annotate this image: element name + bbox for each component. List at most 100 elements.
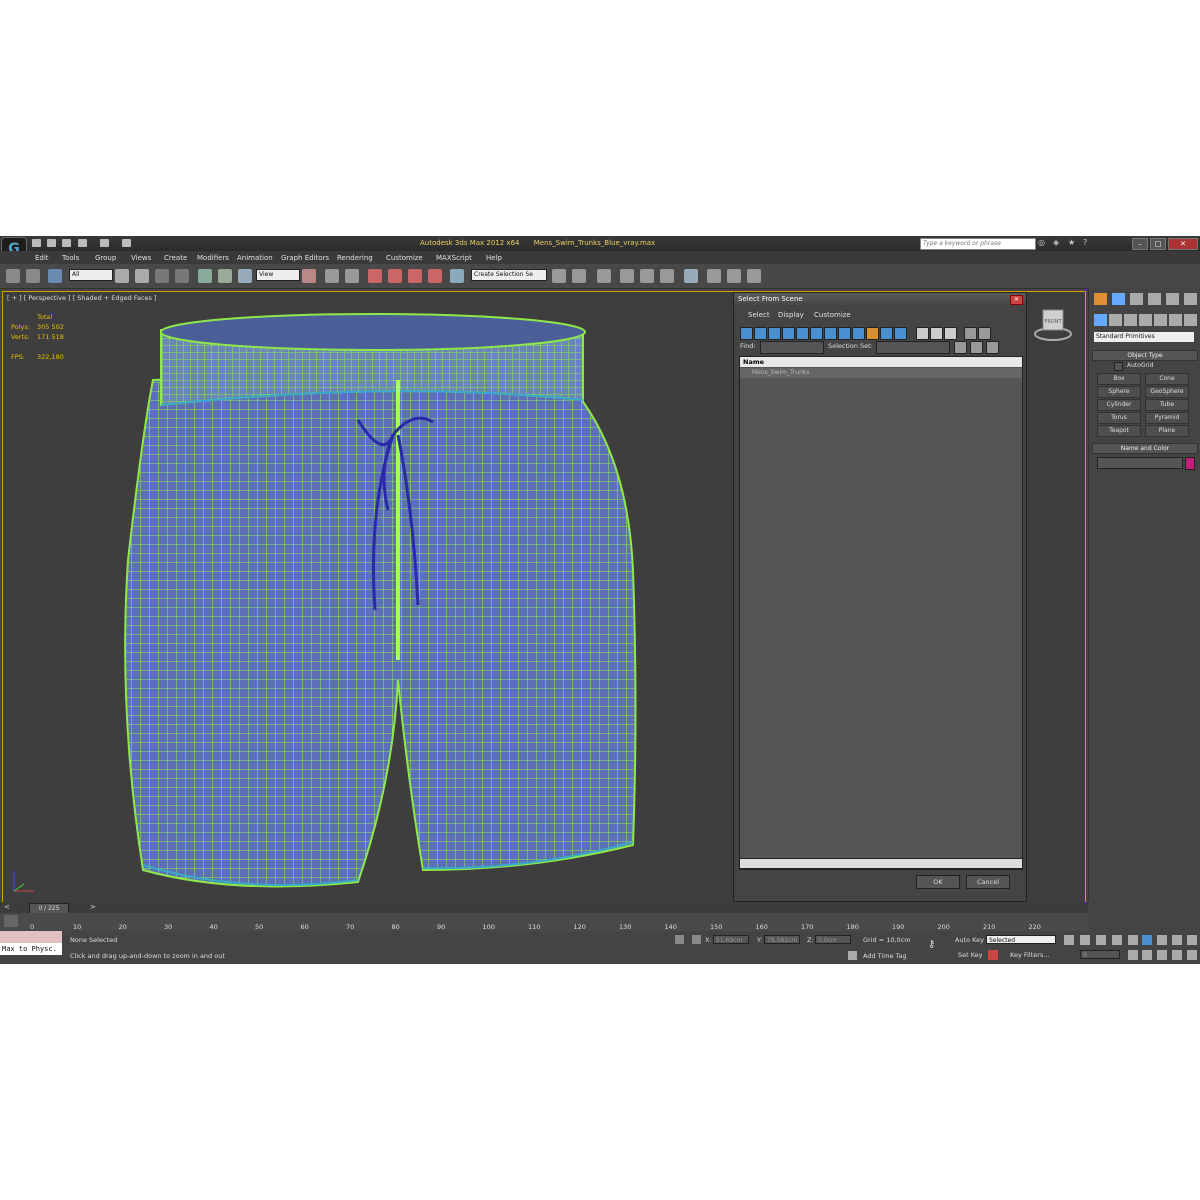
select-object-icon[interactable]	[115, 269, 129, 283]
mini-curve-editor-icon[interactable]	[4, 915, 18, 927]
time-slider-prev-icon[interactable]: <	[4, 903, 10, 911]
menu-customize[interactable]: Customize	[386, 254, 423, 262]
curve-editor-icon[interactable]	[640, 269, 654, 283]
hierarchy-tab-icon[interactable]	[1130, 293, 1143, 305]
select-by-name-icon[interactable]	[135, 269, 149, 283]
undo-icon[interactable]	[78, 239, 87, 247]
link-icon[interactable]	[6, 269, 20, 283]
menu-create[interactable]: Create	[164, 254, 187, 262]
scale-icon[interactable]	[238, 269, 252, 283]
redo-icon[interactable]	[100, 239, 109, 247]
time-tag-icon[interactable]	[848, 951, 857, 960]
zoom-all-icon[interactable]	[1157, 935, 1167, 945]
lights-category-icon[interactable]	[1124, 314, 1137, 326]
modify-tab-icon[interactable]	[1112, 293, 1125, 305]
goto-end-icon[interactable]	[1128, 935, 1138, 945]
add-selection-set-icon[interactable]	[954, 341, 967, 354]
zoom-extents-icon[interactable]	[1172, 935, 1182, 945]
sphere-button[interactable]: Sphere	[1097, 386, 1141, 398]
dialog-title-bar[interactable]: Select From Scene ✕	[734, 293, 1026, 305]
utilities-tab-icon[interactable]	[1184, 293, 1197, 305]
render-setup-icon[interactable]	[707, 269, 721, 283]
filter-settings-icon[interactable]	[978, 327, 991, 340]
time-slider-next-icon[interactable]: >	[90, 903, 96, 911]
display-xrefs-icon[interactable]	[838, 327, 851, 340]
unlink-icon[interactable]	[26, 269, 40, 283]
new-file-icon[interactable]	[32, 239, 41, 247]
orbit-icon[interactable]	[1172, 950, 1182, 960]
play-icon[interactable]	[1096, 935, 1106, 945]
filter-icon[interactable]	[964, 327, 977, 340]
zoom-icon[interactable]	[1142, 935, 1152, 945]
display-none-icon[interactable]	[880, 327, 893, 340]
display-bones-icon[interactable]	[852, 327, 865, 340]
select-manipulate-icon[interactable]	[325, 269, 339, 283]
helpers-category-icon[interactable]	[1154, 314, 1167, 326]
display-lights-icon[interactable]	[768, 327, 781, 340]
tube-button[interactable]: Tube	[1145, 399, 1189, 411]
space-warps-category-icon[interactable]	[1169, 314, 1182, 326]
name-and-color-rollout[interactable]: Name and Color	[1092, 443, 1198, 454]
help-icon[interactable]: ?	[1083, 239, 1092, 247]
pivot-center-icon[interactable]	[302, 269, 316, 283]
select-all-icon[interactable]	[916, 327, 929, 340]
save-file-icon[interactable]	[62, 239, 71, 247]
teapot-button[interactable]: Teapot	[1097, 425, 1141, 437]
display-groups-icon[interactable]	[824, 327, 837, 340]
display-shapes-icon[interactable]	[754, 327, 767, 340]
display-invert-icon[interactable]	[894, 327, 907, 340]
field-of-view-icon[interactable]	[1142, 950, 1152, 960]
menu-tools[interactable]: Tools	[62, 254, 79, 262]
display-space-warps-icon[interactable]	[810, 327, 823, 340]
menu-help[interactable]: Help	[486, 254, 502, 262]
reference-coord-select[interactable]: View	[256, 269, 300, 281]
menu-group[interactable]: Group	[95, 254, 116, 262]
current-frame-field[interactable]: 0	[1080, 950, 1120, 959]
maxscript-mini-listener[interactable]: Max to Physc.	[0, 943, 62, 955]
rectangle-selection-icon[interactable]	[155, 269, 169, 283]
subscription-icon[interactable]: ◈	[1053, 239, 1062, 247]
name-column-header[interactable]: Name	[740, 357, 1022, 367]
display-helpers-icon[interactable]	[796, 327, 809, 340]
close-button[interactable]: ✕	[1168, 238, 1198, 250]
selection-set-input[interactable]	[876, 341, 950, 354]
list-item[interactable]: Mens_Swim_Trunks	[740, 368, 1022, 378]
percent-snap-icon[interactable]	[408, 269, 422, 283]
favorites-icon[interactable]: ★	[1068, 239, 1077, 247]
dialog-close-button[interactable]: ✕	[1010, 295, 1023, 305]
snaps-toggle-icon[interactable]	[368, 269, 382, 283]
edit-selection-set-icon[interactable]	[986, 341, 999, 354]
display-geometry-icon[interactable]	[740, 327, 753, 340]
key-filters-button[interactable]: Key Filters...	[1010, 951, 1050, 959]
bind-space-warp-icon[interactable]	[48, 269, 62, 283]
absolute-mode-icon[interactable]	[692, 935, 701, 944]
previous-frame-icon[interactable]	[1080, 935, 1090, 945]
box-button[interactable]: Box	[1097, 373, 1141, 385]
z-coord-field[interactable]: 0,0cm	[815, 935, 851, 944]
spinner-snap-icon[interactable]	[428, 269, 442, 283]
select-none-icon[interactable]	[930, 327, 943, 340]
time-configuration-icon[interactable]	[1128, 950, 1138, 960]
move-icon[interactable]	[198, 269, 212, 283]
minimize-button[interactable]: –	[1132, 238, 1148, 250]
maximize-button[interactable]: □	[1150, 238, 1166, 250]
y-coord-field[interactable]: 78,582cm	[764, 935, 800, 944]
geometry-category-icon[interactable]	[1094, 314, 1107, 326]
find-input[interactable]	[760, 341, 824, 354]
primitive-type-select[interactable]: Standard Primitives	[1094, 332, 1194, 342]
goto-start-icon[interactable]	[1064, 935, 1074, 945]
set-key-button[interactable]: Set Key	[958, 951, 983, 959]
display-all-icon[interactable]	[866, 327, 879, 340]
next-frame-icon[interactable]	[1112, 935, 1122, 945]
edit-named-selection-icon[interactable]	[450, 269, 464, 283]
add-time-tag-button[interactable]: Add Time Tag	[863, 952, 907, 960]
swim-trunks-model[interactable]	[113, 310, 753, 910]
align-icon[interactable]	[572, 269, 586, 283]
autogrid-checkbox[interactable]	[1114, 362, 1123, 371]
menu-modifiers[interactable]: Modifiers	[197, 254, 229, 262]
set-key-icon[interactable]	[988, 950, 998, 960]
menu-views[interactable]: Views	[131, 254, 151, 262]
cylinder-button[interactable]: Cylinder	[1097, 399, 1141, 411]
key-mode-select[interactable]: Selected	[986, 935, 1056, 944]
object-name-input[interactable]	[1097, 457, 1183, 469]
